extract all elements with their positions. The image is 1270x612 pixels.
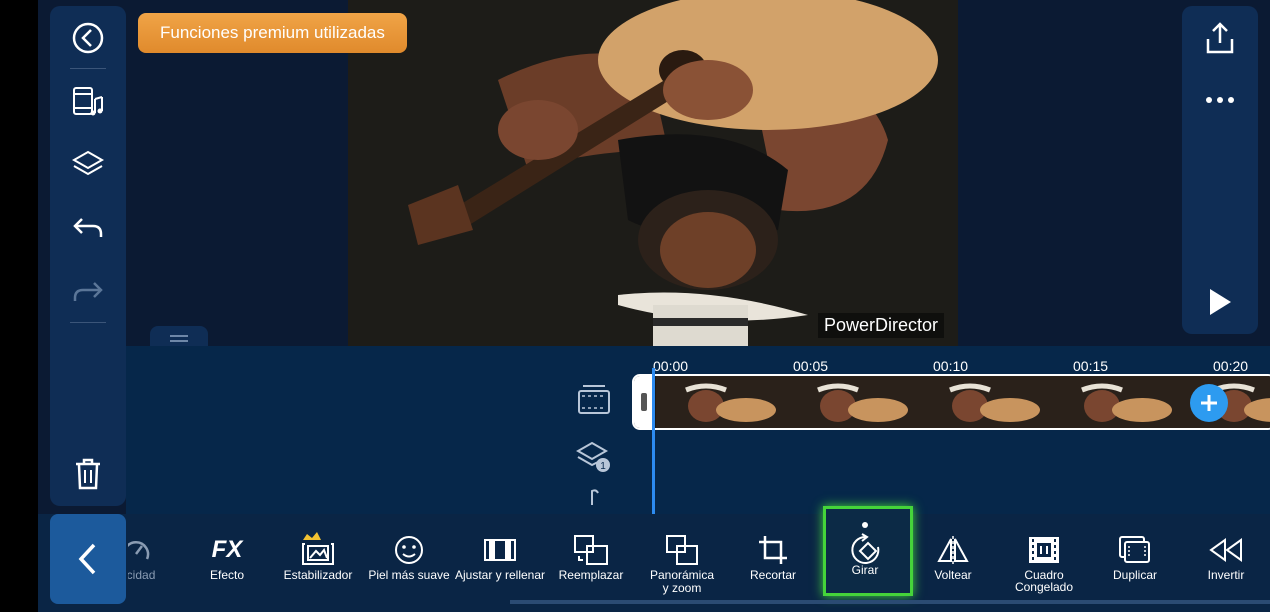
add-clip-button[interactable] <box>1190 384 1228 422</box>
divider <box>70 322 106 323</box>
ruler-label: 00:05 <box>793 358 829 374</box>
clip-thumbnail <box>788 376 920 428</box>
toolbar-back-button[interactable] <box>50 514 126 604</box>
overlay-count-badge: 1 <box>600 461 606 472</box>
video-track-icon[interactable] <box>574 380 614 420</box>
tool-label: Panorámica y zoom <box>649 568 715 595</box>
tool-reverse[interactable]: Invertir <box>1182 514 1270 604</box>
back-icon[interactable] <box>68 18 108 58</box>
clip-thumbnail <box>920 376 1052 428</box>
tool-label: Recortar <box>749 568 796 582</box>
tool-label: ocidad <box>128 568 156 582</box>
video-editor-app: PowerDirector Funciones premium utilizad… <box>38 0 1270 612</box>
overlay-track-icon[interactable]: 1 <box>574 436 614 476</box>
clip-trim-handle[interactable] <box>634 376 654 428</box>
watermark-label: PowerDirector <box>817 313 944 338</box>
more-options-icon[interactable] <box>1200 80 1240 120</box>
play-icon[interactable] <box>1200 282 1240 322</box>
reverse-icon <box>1182 534 1270 566</box>
clip-thumbnail <box>1052 376 1184 428</box>
replace-icon <box>547 534 635 566</box>
tool-label: Estabilizador <box>283 568 353 582</box>
layers-icon[interactable] <box>68 144 108 184</box>
edit-toolbar: ocidad FX Efecto Estabilizador Piel más … <box>38 506 1270 612</box>
ruler-label: 00:10 <box>933 358 969 374</box>
export-icon[interactable] <box>1200 18 1240 58</box>
freeze-frame-icon <box>1000 534 1088 566</box>
tool-rotate[interactable]: Girar <box>821 506 913 604</box>
tool-replace[interactable]: Reemplazar <box>547 514 635 604</box>
smooth-skin-icon <box>365 534 453 566</box>
tool-pan-zoom[interactable]: Panorámica y zoom <box>638 514 726 604</box>
video-frame-image <box>348 0 958 346</box>
divider <box>70 68 106 69</box>
tool-label: Reemplazar <box>558 568 624 582</box>
toolbar-scrollbar[interactable] <box>510 600 1270 604</box>
fit-fill-icon <box>456 534 544 566</box>
video-preview[interactable]: PowerDirector <box>348 0 958 346</box>
tool-freeze-frame[interactable]: Cuadro Congelado <box>1000 514 1088 604</box>
speed-icon <box>128 534 180 566</box>
rotate-icon <box>821 533 909 566</box>
media-library-icon[interactable] <box>68 82 108 122</box>
tool-label: Duplicar <box>1112 568 1157 582</box>
tool-label: Cuadro Congelado <box>1014 568 1074 594</box>
tool-label: Efecto <box>209 568 245 582</box>
tool-fit-fill[interactable]: Ajustar y rellenar <box>455 514 545 604</box>
playhead[interactable] <box>652 368 655 514</box>
undo-icon[interactable] <box>68 208 108 248</box>
ruler-label: 00:00 <box>653 358 689 374</box>
clip-thumbnail <box>656 376 788 428</box>
tool-label: Voltear <box>934 568 972 582</box>
panel-drag-handle[interactable] <box>150 326 208 348</box>
right-toolbar <box>1182 6 1258 334</box>
pan-zoom-icon <box>638 534 726 566</box>
ruler-label: 00:15 <box>1073 358 1109 374</box>
tool-speed[interactable]: ocidad <box>128 514 180 604</box>
timeline-panel[interactable]: 00:00 00:05 00:10 00:15 00:20 1 <box>126 346 1270 514</box>
tool-label: Girar <box>851 563 879 577</box>
audio-track-icon[interactable] <box>574 482 614 512</box>
selection-dot <box>821 520 909 530</box>
delete-icon[interactable] <box>68 454 108 494</box>
tool-stabilizer[interactable]: Estabilizador <box>274 514 362 604</box>
tool-duplicate[interactable]: Duplicar <box>1091 514 1179 604</box>
redo-icon[interactable] <box>68 272 108 312</box>
duplicate-icon <box>1091 534 1179 566</box>
tool-flip[interactable]: Voltear <box>909 514 997 604</box>
ruler-label: 00:20 <box>1213 358 1249 374</box>
premium-features-badge[interactable]: Funciones premium utilizadas <box>138 13 407 53</box>
tool-label: Invertir <box>1207 568 1245 582</box>
tool-label: Piel más suave <box>368 568 450 582</box>
tool-label: Ajustar y rellenar <box>454 568 546 582</box>
video-clip[interactable] <box>632 374 1270 430</box>
fx-icon: FX <box>211 536 243 563</box>
stabilizer-icon <box>274 532 362 566</box>
crop-icon <box>729 534 817 566</box>
flip-icon <box>909 534 997 566</box>
tool-crop[interactable]: Recortar <box>729 514 817 604</box>
tool-smooth-skin[interactable]: Piel más suave <box>365 514 453 604</box>
tool-effect[interactable]: FX Efecto <box>183 514 271 604</box>
left-toolbar <box>50 6 126 506</box>
